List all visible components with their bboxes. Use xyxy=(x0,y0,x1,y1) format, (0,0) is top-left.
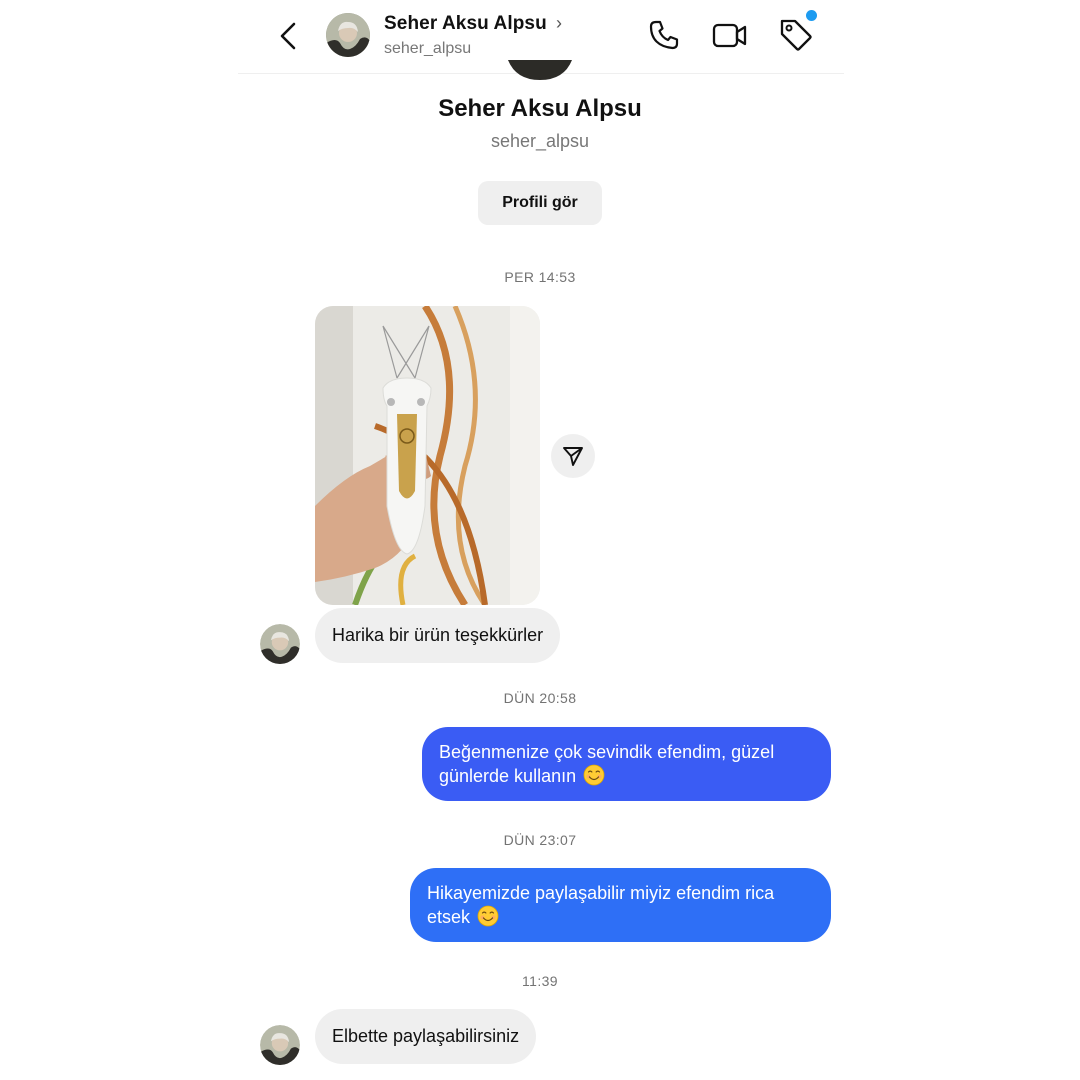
tag-icon xyxy=(780,19,812,51)
header-avatar[interactable] xyxy=(326,13,370,57)
contact-avatar[interactable] xyxy=(260,624,300,664)
message-text-line: etsek xyxy=(427,907,471,927)
profile-username: seher_alpsu xyxy=(490,131,590,151)
outgoing-message[interactable]: Hikayemizde paylaşabilir miyiz efendim r… xyxy=(410,868,831,942)
message-text-line: günlerde kullanın xyxy=(439,766,577,786)
outgoing-message[interactable]: Beğenmenize çok sevindik efendim, güzel … xyxy=(422,727,831,801)
view-profile-button[interactable]: Profili gör xyxy=(478,181,602,225)
chevron-right-icon[interactable]: › xyxy=(556,13,562,34)
profile-name: Seher Aksu Alpsu xyxy=(438,95,642,122)
photo-message[interactable] xyxy=(315,306,540,605)
smiling-face-emoji xyxy=(477,905,499,927)
share-button[interactable] xyxy=(551,434,595,478)
send-icon xyxy=(563,447,583,466)
contact-avatar[interactable] xyxy=(260,1025,300,1065)
incoming-message[interactable]: Harika bir ürün teşekkürler xyxy=(315,608,561,663)
video-call-button[interactable] xyxy=(711,16,749,54)
message-text-line: Hikayemizde paylaşabilir miyiz efendim r… xyxy=(427,883,775,903)
phone-icon xyxy=(649,20,679,50)
incoming-message[interactable]: Elbette paylaşabilirsiniz xyxy=(315,1009,537,1064)
timestamp: 11:39 xyxy=(522,973,558,989)
video-camera-icon xyxy=(712,23,747,48)
audio-call-button[interactable] xyxy=(645,16,683,54)
profile-avatar-peek xyxy=(508,60,572,82)
header-contact-name[interactable]: Seher Aksu Alpsu xyxy=(384,13,547,35)
timestamp: PER 14:53 xyxy=(504,269,576,285)
timestamp: DÜN 23:07 xyxy=(503,832,577,848)
message-text-line: Beğenmenize çok sevindik efendim, güzel xyxy=(439,742,775,762)
message-text: Harika bir ürün teşekkürler xyxy=(332,625,544,645)
back-button[interactable] xyxy=(270,18,306,54)
smiling-face-emoji xyxy=(583,764,605,786)
notification-dot xyxy=(806,10,817,21)
timestamp: DÜN 20:58 xyxy=(503,690,577,706)
header-username[interactable]: seher_alpsu xyxy=(384,40,471,58)
tag-button[interactable] xyxy=(777,16,815,54)
back-arrow-icon xyxy=(280,22,296,50)
message-text: Elbette paylaşabilirsiniz xyxy=(332,1026,520,1046)
